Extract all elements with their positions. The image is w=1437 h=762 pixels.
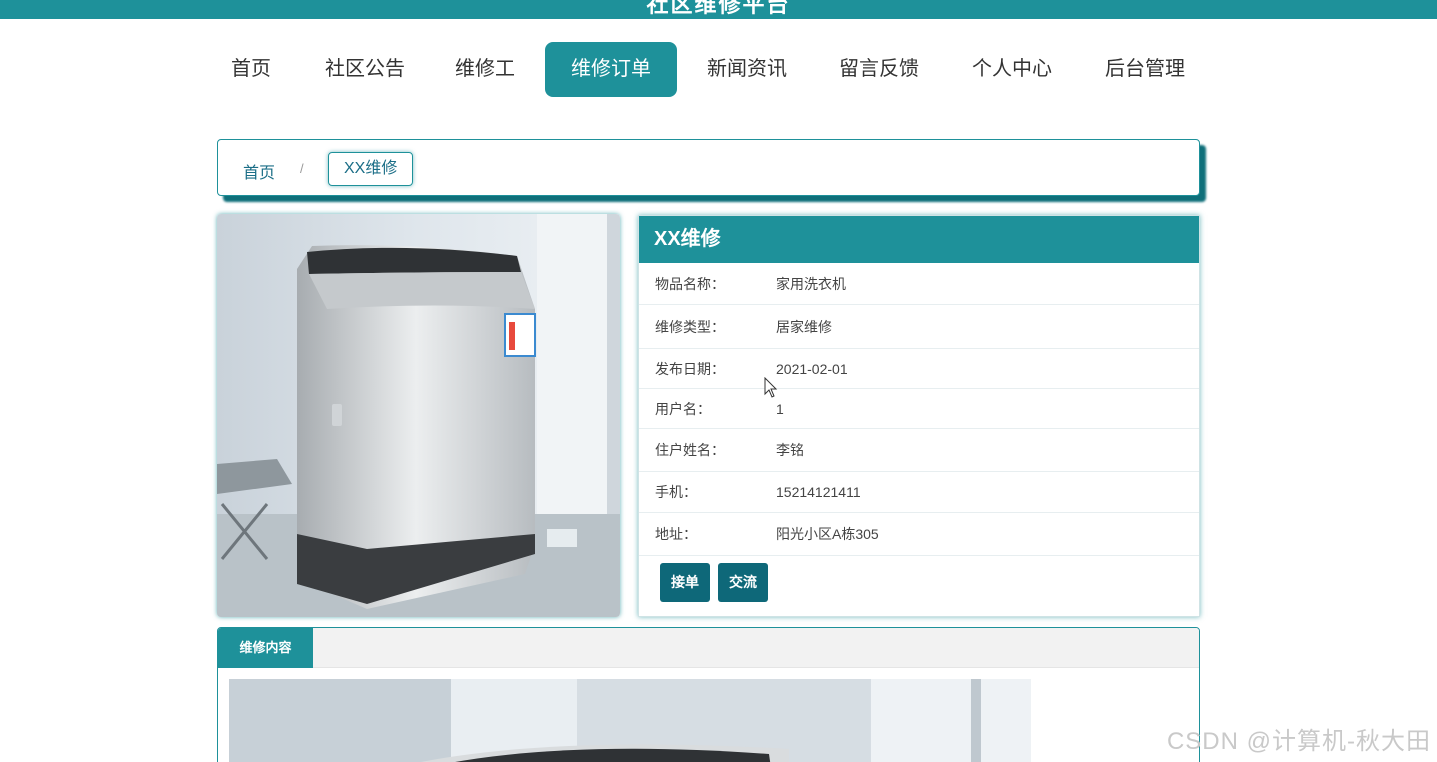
field-value: 2021-02-01 <box>776 361 848 377</box>
field-value: 阳光小区A栋305 <box>776 526 879 542</box>
field-label: 住户姓名： <box>655 442 725 458</box>
field-label: 地址： <box>655 526 697 542</box>
detail-row-repair-type: 维修类型： 居家维修 <box>639 305 1199 349</box>
detail-row-address: 地址： 阳光小区A栋305 <box>639 513 1199 556</box>
product-photo <box>217 214 620 617</box>
repair-content-image <box>229 679 1031 762</box>
chat-button[interactable]: 交流 <box>718 563 768 602</box>
nav-item-home[interactable]: 首页 <box>217 42 285 97</box>
watermark: CSDN @计算机-秋大田 <box>1166 728 1431 755</box>
site-title: 社区维修平台 <box>646 0 791 17</box>
washing-machine-large-image <box>229 679 1031 762</box>
detail-row-publish-date: 发布日期： 2021-02-01 <box>639 349 1199 389</box>
tab-repair-content[interactable]: 维修内容 <box>218 628 313 668</box>
breadcrumb-current[interactable]: XX维修 <box>328 152 414 186</box>
nav-item-repair-orders[interactable]: 维修订单 <box>545 42 677 97</box>
nav-item-personal-center[interactable]: 个人中心 <box>962 42 1062 97</box>
field-label: 发布日期： <box>655 361 725 377</box>
field-label: 物品名称： <box>655 276 725 292</box>
field-value: 李铭 <box>776 442 804 458</box>
nav-item-announcements[interactable]: 社区公告 <box>313 42 417 97</box>
field-value: 15214121411 <box>776 484 861 500</box>
order-detail-panel: XX维修 物品名称： 家用洗衣机 维修类型： 居家维修 发布日期： 2021-0… <box>638 215 1200 617</box>
detail-row-username: 用户名： 1 <box>639 389 1199 429</box>
field-label: 手机： <box>655 484 697 500</box>
breadcrumb-separator: / <box>300 161 304 176</box>
mouse-cursor-icon <box>764 377 778 398</box>
breadcrumb: 首页 / XX维修 <box>217 139 1200 196</box>
washing-machine-image <box>217 214 620 617</box>
nav-item-admin[interactable]: 后台管理 <box>1095 42 1195 97</box>
field-label: 用户名： <box>655 401 711 417</box>
nav-item-news[interactable]: 新闻资讯 <box>697 42 797 97</box>
field-label: 维修类型： <box>655 319 725 335</box>
nav-item-feedback[interactable]: 留言反馈 <box>829 42 929 97</box>
accept-order-button[interactable]: 接单 <box>660 563 710 602</box>
nav-item-repairmen[interactable]: 维修工 <box>445 42 525 97</box>
detail-row-item-name: 物品名称： 家用洗衣机 <box>639 263 1199 305</box>
field-value: 家用洗衣机 <box>776 276 846 292</box>
breadcrumb-home-link[interactable]: 首页 <box>243 159 275 183</box>
field-value: 居家维修 <box>776 319 832 335</box>
content-tab-bar: 维修内容 <box>218 628 1199 668</box>
top-header-bar: 社区维修平台 <box>0 0 1437 19</box>
repair-content-panel: 维修内容 <box>217 627 1200 762</box>
detail-row-phone: 手机： 15214121411 <box>639 472 1199 513</box>
detail-title: XX维修 <box>639 216 1199 263</box>
detail-row-resident-name: 住户姓名： 李铭 <box>639 429 1199 472</box>
